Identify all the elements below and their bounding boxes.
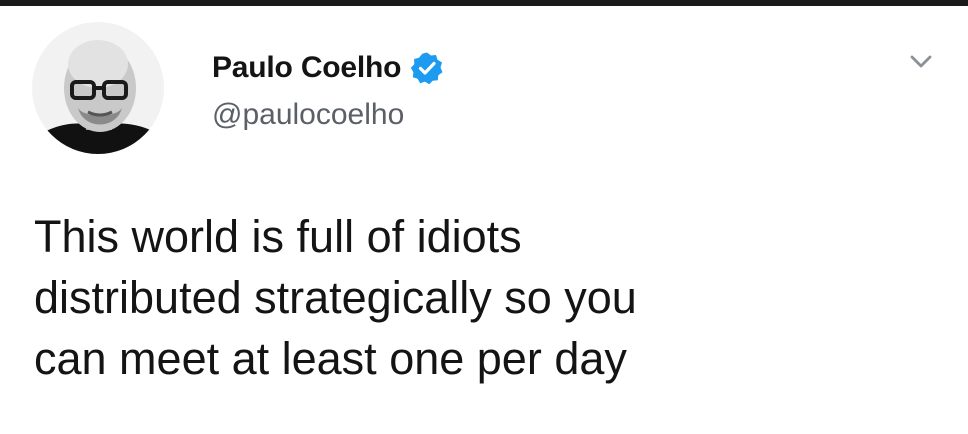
chevron-down-icon[interactable] — [908, 48, 934, 74]
tweet-text: This world is full of idiots distributed… — [34, 206, 934, 389]
verified-badge-icon — [410, 51, 444, 85]
tweet-card: Paulo Coelho @paulocoelho This world is … — [0, 0, 968, 434]
author-display-name[interactable]: Paulo Coelho — [212, 51, 401, 85]
tweet-text-line: can meet at least one per day — [34, 333, 627, 384]
avatar-photo — [32, 22, 164, 154]
author-handle[interactable]: @paulocoelho — [212, 98, 444, 132]
avatar[interactable] — [32, 22, 164, 154]
author-name-row: Paulo Coelho — [212, 50, 444, 86]
tweet-text-line: This world is full of idiots — [34, 211, 522, 262]
tweet-author: Paulo Coelho @paulocoelho — [212, 50, 444, 132]
tweet-text-line: distributed strategically so you — [34, 272, 637, 323]
